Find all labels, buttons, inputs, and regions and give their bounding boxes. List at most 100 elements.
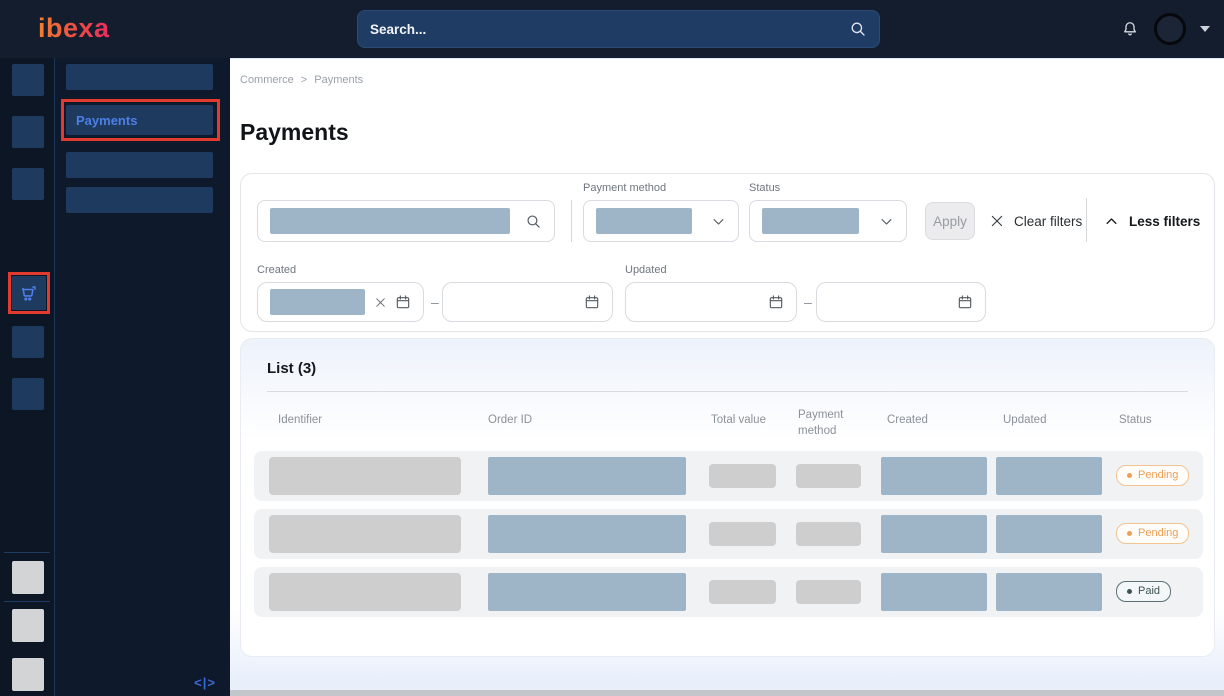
- search-icon[interactable]: [849, 20, 867, 38]
- filter-search-input[interactable]: [257, 200, 555, 242]
- col-status: Status: [1119, 414, 1152, 426]
- updated-range-separator: –: [804, 294, 812, 310]
- commerce-submenu: Payments <|>: [55, 58, 230, 696]
- redacted-identifier-cell: [269, 457, 461, 495]
- redacted-payment-method-value: [596, 208, 692, 234]
- clear-filters-label: Clear filters: [1014, 214, 1082, 229]
- col-order-id: Order ID: [488, 414, 532, 426]
- col-identifier: Identifier: [278, 414, 322, 426]
- breadcrumb-commerce[interactable]: Commerce: [240, 74, 294, 86]
- redacted-total-value-cell: [709, 464, 776, 488]
- redacted-payment-method-cell: [796, 580, 861, 604]
- updated-label: Updated: [625, 264, 667, 276]
- calendar-icon[interactable]: [584, 294, 600, 310]
- redacted-created-from-value: [270, 289, 365, 315]
- rail-bottom-item-1[interactable]: [12, 561, 44, 594]
- search-input[interactable]: [370, 22, 849, 37]
- apply-button[interactable]: Apply: [925, 202, 975, 240]
- created-range-separator: –: [431, 294, 439, 310]
- table-row[interactable]: Paid: [254, 567, 1203, 617]
- status-badge-label: Paid: [1138, 585, 1160, 597]
- rail-item-1[interactable]: [12, 64, 44, 96]
- rail-bottom-item-3[interactable]: [12, 658, 44, 691]
- list-divider: [267, 391, 1188, 392]
- payment-method-select[interactable]: [583, 200, 739, 242]
- calendar-icon[interactable]: [957, 294, 973, 310]
- created-to-date-input[interactable]: [442, 282, 613, 322]
- rail-item-3[interactable]: [12, 168, 44, 200]
- icon-rail: [0, 58, 55, 696]
- rail-item-commerce[interactable]: [12, 276, 46, 310]
- submenu-item-4[interactable]: [66, 187, 213, 213]
- col-payment-method: Payment method: [798, 407, 860, 439]
- filters-panel: Payment method Status Apply Clear filter…: [240, 173, 1215, 332]
- updated-from-date-input[interactable]: [625, 282, 797, 322]
- payments-highlight-box: Payments: [61, 99, 220, 141]
- cart-icon: [18, 282, 40, 304]
- clear-filters-button[interactable]: Clear filters: [989, 200, 1082, 242]
- created-from-date-input[interactable]: [257, 282, 424, 322]
- chevron-up-icon: [1104, 214, 1119, 229]
- payments-menu-label: Payments: [76, 113, 137, 128]
- submenu-item-1[interactable]: [66, 64, 213, 90]
- updated-to-date-input[interactable]: [816, 282, 986, 322]
- submenu-item-3[interactable]: [66, 152, 213, 178]
- payment-method-label: Payment method: [583, 182, 666, 194]
- status-badge: Paid: [1116, 581, 1171, 602]
- rail-item-2[interactable]: [12, 116, 44, 148]
- status-dot-icon: [1127, 589, 1132, 594]
- redacted-payment-method-cell: [796, 522, 861, 546]
- rail-item-6[interactable]: [12, 326, 44, 358]
- redacted-payment-method-cell: [796, 464, 861, 488]
- redacted-identifier-cell: [269, 515, 461, 553]
- redacted-updated-cell: [996, 457, 1102, 495]
- table-header: Identifier Order ID Total value Payment …: [241, 402, 1214, 444]
- redacted-status-value: [762, 208, 859, 234]
- chevron-down-icon: [879, 214, 894, 229]
- col-updated: Updated: [1003, 414, 1046, 426]
- status-dot-icon: [1127, 531, 1132, 536]
- redacted-created-cell: [881, 573, 987, 611]
- status-select[interactable]: [749, 200, 907, 242]
- calendar-icon[interactable]: [395, 294, 411, 310]
- notifications-bell-icon[interactable]: [1120, 19, 1140, 39]
- redacted-search-value: [270, 208, 510, 234]
- redacted-total-value-cell: [709, 522, 776, 546]
- breadcrumb-payments: Payments: [314, 74, 363, 86]
- redacted-order-id-cell: [488, 515, 686, 553]
- redacted-created-cell: [881, 515, 987, 553]
- col-total-value: Total value: [711, 414, 766, 426]
- calendar-icon[interactable]: [768, 294, 784, 310]
- table-rows: Pending Pending Paid: [254, 451, 1203, 617]
- redacted-updated-cell: [996, 573, 1102, 611]
- table-row[interactable]: Pending: [254, 509, 1203, 559]
- chevron-down-icon: [711, 214, 726, 229]
- filter-divider-2: [1086, 198, 1087, 242]
- less-filters-button[interactable]: Less filters: [1104, 200, 1200, 242]
- ibexa-logo: ibexa: [38, 13, 110, 44]
- close-icon[interactable]: [374, 296, 387, 309]
- redacted-created-cell: [881, 457, 987, 495]
- status-label: Status: [749, 182, 780, 194]
- redacted-total-value-cell: [709, 580, 776, 604]
- list-title: List (3): [267, 360, 316, 377]
- submenu-item-payments[interactable]: Payments: [66, 105, 213, 135]
- status-badge-label: Pending: [1138, 527, 1178, 539]
- global-search[interactable]: [357, 10, 880, 48]
- sidebar-collapse-icon[interactable]: <|>: [194, 675, 216, 690]
- page-title: Payments: [240, 119, 349, 146]
- less-filters-label: Less filters: [1129, 214, 1200, 229]
- status-badge: Pending: [1116, 523, 1189, 544]
- user-avatar[interactable]: [1154, 13, 1186, 45]
- table-row[interactable]: Pending: [254, 451, 1203, 501]
- user-menu-caret-icon[interactable]: [1200, 26, 1210, 32]
- rail-bottom-item-2[interactable]: [12, 609, 44, 642]
- redacted-order-id-cell: [488, 573, 686, 611]
- rail-divider-1: [4, 552, 50, 553]
- search-icon[interactable]: [525, 213, 542, 230]
- breadcrumb: Commerce > Payments: [240, 74, 363, 86]
- rail-item-7[interactable]: [12, 378, 44, 410]
- col-created: Created: [887, 414, 928, 426]
- status-dot-icon: [1127, 473, 1132, 478]
- top-bar: ibexa: [0, 0, 1224, 58]
